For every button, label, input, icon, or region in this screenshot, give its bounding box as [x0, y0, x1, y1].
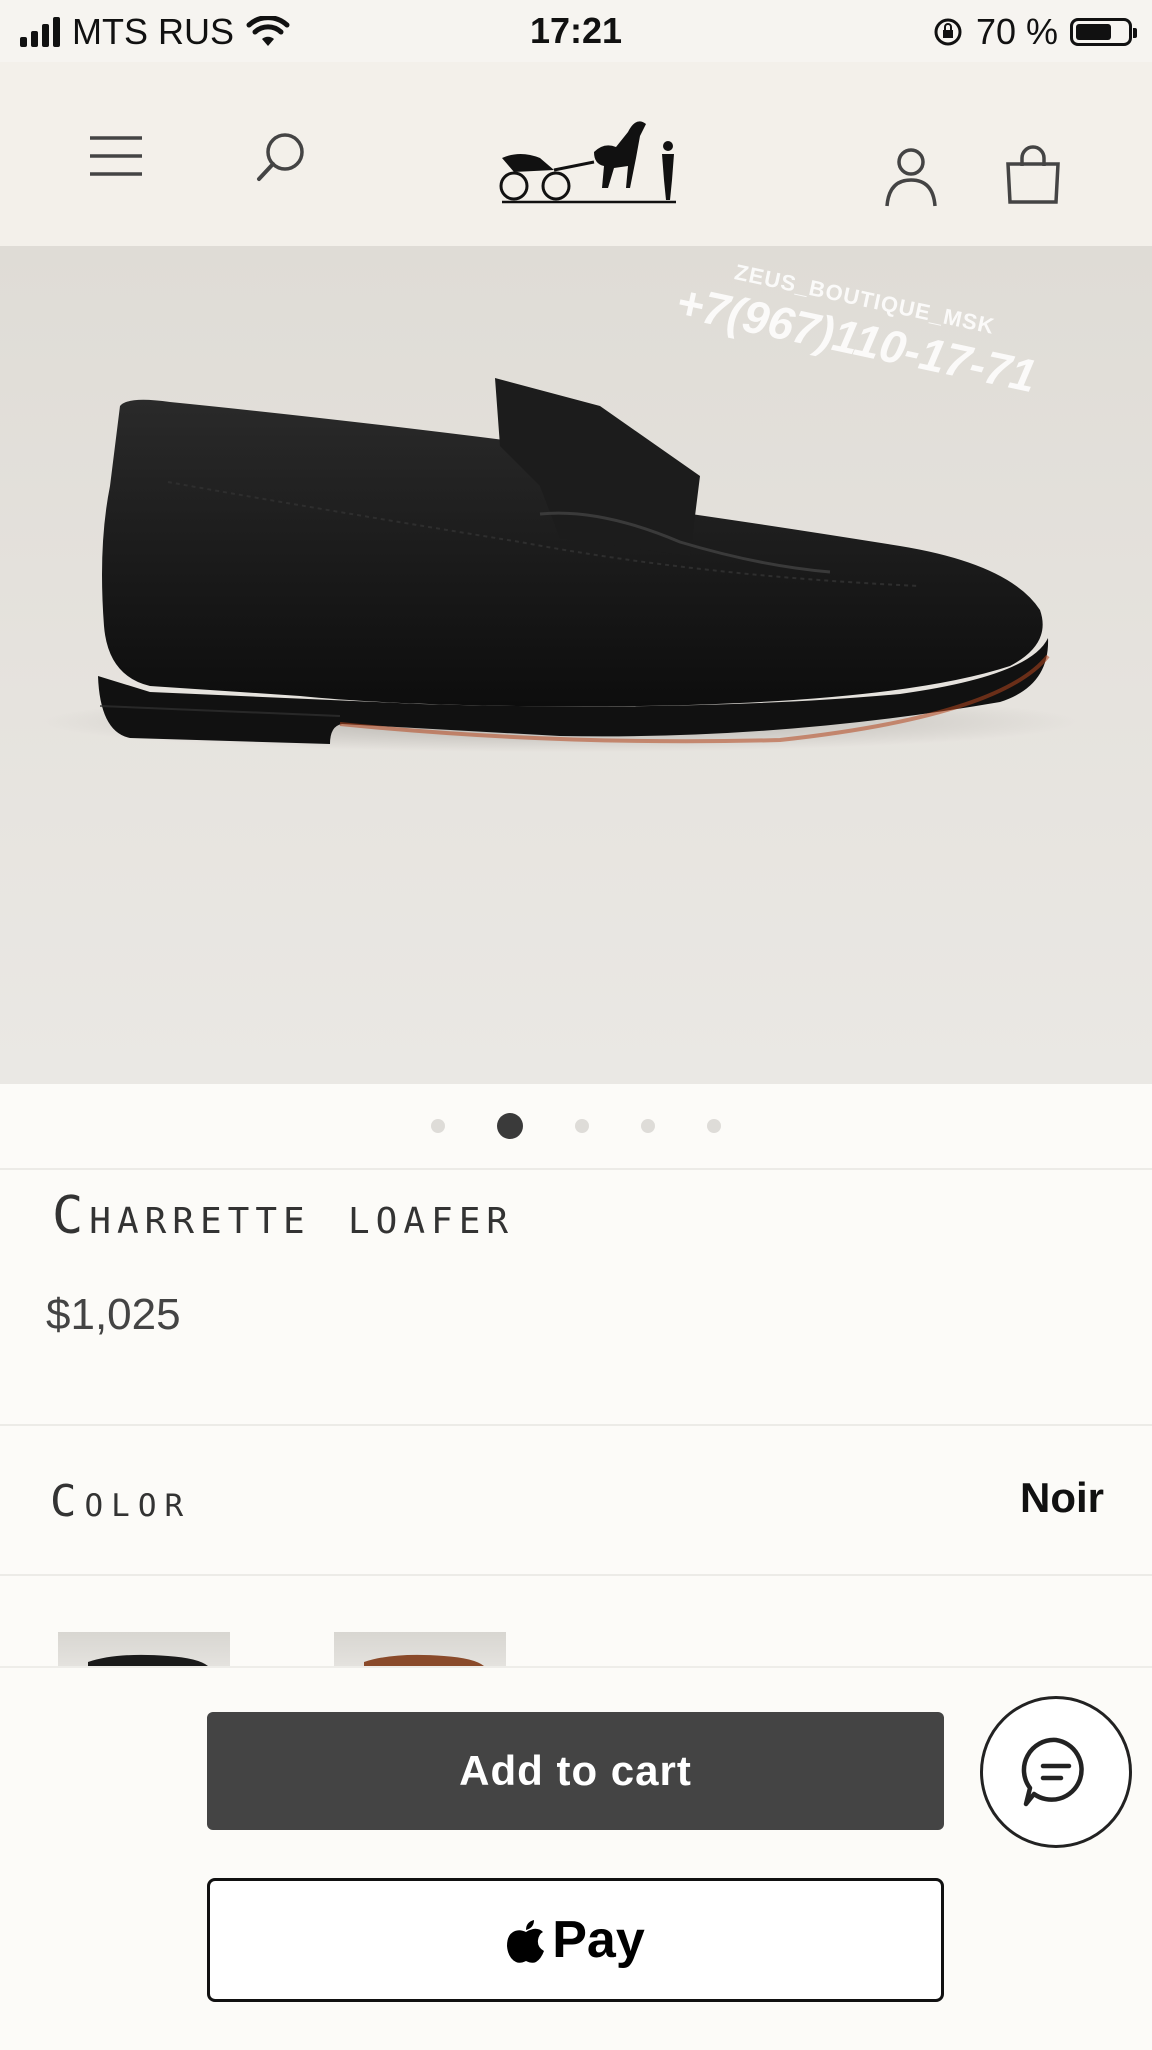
- product-price: $1,025: [46, 1290, 181, 1339]
- search-icon[interactable]: [246, 120, 318, 192]
- product-title: Charrette loafer: [52, 1186, 515, 1246]
- color-value: Noir: [1020, 1474, 1104, 1521]
- carousel-dot[interactable]: [431, 1119, 445, 1133]
- menu-icon[interactable]: [80, 120, 152, 192]
- site-header: [0, 62, 1152, 246]
- color-swatch-noir[interactable]: [58, 1632, 230, 1666]
- status-right: 70 %: [932, 10, 1137, 54]
- account-icon[interactable]: [878, 140, 944, 214]
- carousel-indicators: [0, 1084, 1152, 1168]
- product-image[interactable]: ZEUS_BOUTIQUE_MSK +7(967)110-17-71: [0, 246, 1152, 1084]
- color-swatch-alt[interactable]: [334, 1632, 506, 1666]
- color-label: Color: [50, 1476, 192, 1527]
- battery-icon: [1070, 18, 1137, 46]
- chat-icon: [1016, 1732, 1096, 1812]
- add-to-cart-button[interactable]: Add to cart: [207, 1712, 944, 1830]
- divider: [0, 1424, 1152, 1426]
- status-bar: MTS RUS 17:21 70 %: [0, 0, 1152, 62]
- carousel-dot[interactable]: [575, 1119, 589, 1133]
- rotation-lock-icon: [932, 16, 964, 48]
- carousel-dot[interactable]: [641, 1119, 655, 1133]
- brand-logo[interactable]: [496, 92, 682, 212]
- divider: [0, 1574, 1152, 1576]
- apple-logo-icon: [506, 1916, 546, 1964]
- shopping-bag-icon[interactable]: [1000, 138, 1066, 212]
- chat-button[interactable]: [980, 1696, 1132, 1848]
- apple-pay-label: Pay: [552, 1911, 645, 1969]
- battery-percent: 70 %: [975, 11, 1058, 52]
- carousel-dot[interactable]: [707, 1119, 721, 1133]
- apple-pay-button[interactable]: Pay: [207, 1878, 944, 2002]
- carousel-dot-active[interactable]: [497, 1113, 523, 1139]
- divider: [0, 1168, 1152, 1170]
